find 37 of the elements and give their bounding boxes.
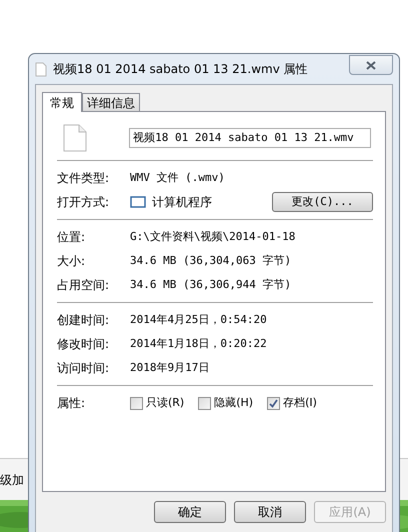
dialog-button[interactable]: 确定 bbox=[154, 501, 226, 523]
dialog-button[interactable]: 取消 bbox=[234, 501, 306, 523]
checkbox-label: 存档(I) bbox=[283, 394, 317, 411]
field-label: 属性: bbox=[57, 395, 86, 412]
field-value: 计算机程序 bbox=[152, 194, 213, 211]
checkbox[interactable] bbox=[267, 396, 280, 410]
field-value: G:\文件资料\视频\2014-01-18 bbox=[130, 228, 296, 245]
field-value: 34.6 MB (36,304,063 字节) bbox=[130, 252, 292, 269]
file-icon bbox=[35, 62, 47, 76]
change-button[interactable]: 更改(C)... bbox=[272, 192, 373, 212]
close-button[interactable] bbox=[349, 55, 393, 75]
field-label: 文件类型: bbox=[57, 170, 110, 187]
background-text: 级加 bbox=[0, 472, 24, 488]
field-label: 位置: bbox=[57, 229, 86, 246]
field-value: WMV 文件 (.wmv) bbox=[130, 170, 225, 186]
close-icon bbox=[366, 60, 376, 70]
field-label: 修改时间: bbox=[57, 336, 110, 353]
field-label: 创建时间: bbox=[57, 312, 110, 329]
check-icon bbox=[269, 398, 278, 408]
field-value: 2014年4月25日，0:54:20 bbox=[130, 312, 267, 328]
tab[interactable]: 详细信息 bbox=[82, 93, 140, 111]
field-value: 34.6 MB (36,306,944 字节) bbox=[130, 276, 292, 293]
checkbox[interactable] bbox=[198, 396, 212, 410]
field-value: 2018年9月17日 bbox=[130, 360, 210, 376]
checkbox-label: 只读(R) bbox=[146, 394, 184, 411]
tab[interactable]: 常规 bbox=[42, 92, 82, 112]
field-label: 访问时间: bbox=[57, 360, 110, 377]
field-label: 占用空间: bbox=[57, 277, 110, 294]
file-name-field[interactable]: 视频18 01 2014 sabato 01 13 21.wmv bbox=[129, 128, 371, 148]
window-title: 视频18 01 2014 sabato 01 13 21.wmv 属性 bbox=[53, 61, 309, 78]
checkbox[interactable] bbox=[130, 396, 143, 410]
field-label: 打开方式: bbox=[57, 194, 110, 211]
window-icon bbox=[130, 196, 146, 208]
file-icon bbox=[63, 124, 87, 152]
checkbox-label: 隐藏(H) bbox=[214, 394, 254, 411]
field-label: 大小: bbox=[57, 253, 86, 270]
field-value: 2014年1月18日，0:20:22 bbox=[130, 336, 267, 352]
